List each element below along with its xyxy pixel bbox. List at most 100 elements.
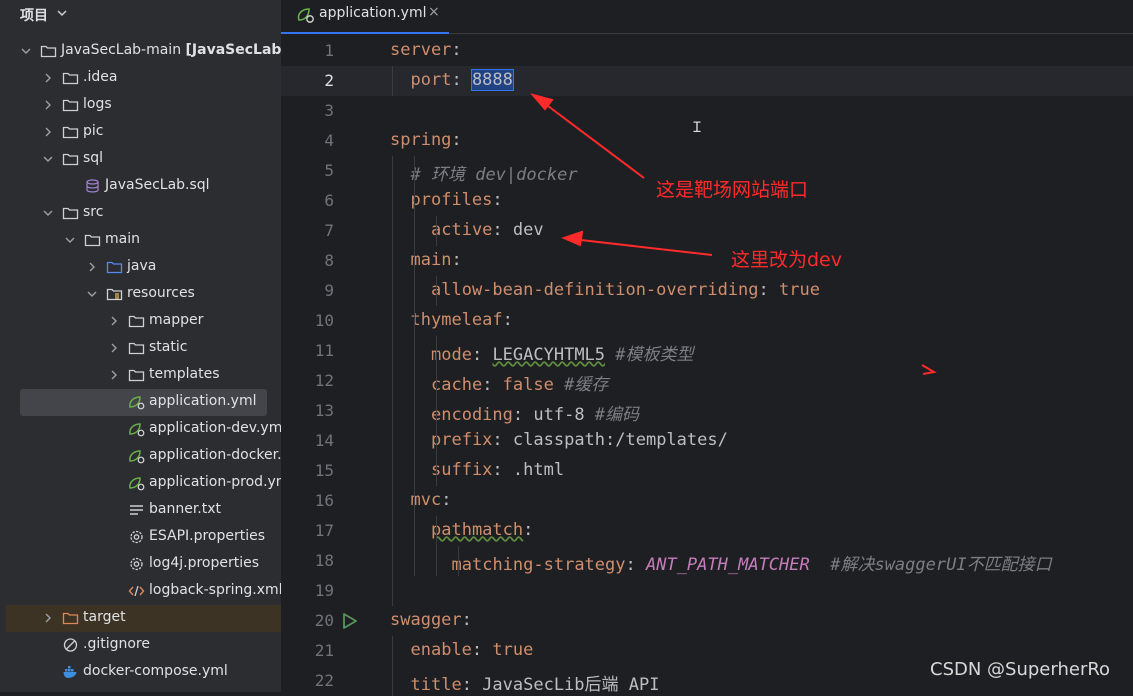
port-annotation: 这是靶场网站端口 [656, 179, 809, 201]
project-panel-header[interactable]: 项目 [0, 0, 281, 27]
tree-item[interactable]: .idea [0, 65, 281, 92]
run-gutter-icon[interactable] [340, 611, 360, 631]
docker-icon [63, 666, 77, 678]
close-icon[interactable]: × [428, 4, 440, 20]
project-panel: 项目 JavaSecLab-main [JavaSecLab] D .idea lo… [0, 0, 281, 692]
tree-item[interactable]: resources [0, 281, 281, 308]
tree-item[interactable]: sql [0, 146, 281, 173]
editor-tab-bar: application.yml × [281, 0, 1133, 34]
tree-item-label: java [127, 258, 157, 274]
chevron-down-icon[interactable] [42, 153, 54, 165]
spring-yml-icon [129, 423, 145, 437]
tree-item[interactable]: logs [0, 92, 281, 119]
chevron-down-icon[interactable] [56, 5, 68, 21]
folder-icon [62, 99, 79, 112]
tree-item[interactable]: application-dev.yml [0, 416, 281, 443]
tree-item[interactable]: logback-spring.xml [0, 578, 281, 605]
chevron-right-icon[interactable] [86, 261, 98, 273]
line-number: 9 [324, 281, 334, 300]
code-line[interactable]: 12 cache: false #缓存 [281, 366, 1133, 396]
folder-icon [62, 153, 79, 166]
tree-item[interactable]: main [0, 227, 281, 254]
chevron-down-icon[interactable] [86, 288, 98, 300]
properties-gear-icon [130, 557, 143, 571]
project-panel-title: 项目 [20, 8, 48, 24]
code-line[interactable]: 1 server: [281, 36, 1133, 66]
code-value: false [502, 375, 554, 395]
folder-icon [128, 342, 145, 355]
code-value: true [492, 640, 534, 660]
resources-folder-icon [106, 288, 123, 301]
line-number: 17 [314, 521, 334, 540]
tree-item[interactable]: static [0, 335, 281, 362]
code-line[interactable]: 4 spring: [281, 126, 1133, 156]
tree-item[interactable]: pic [0, 119, 281, 146]
tree-item[interactable]: ESAPI.properties [0, 524, 281, 551]
chevron-right-icon[interactable] [42, 126, 54, 138]
chevron-right-icon[interactable] [108, 315, 120, 327]
code-line[interactable]: 9 allow-bean-definition-overriding: true [281, 276, 1133, 306]
watermark: CSDN @SuperherRo [930, 659, 1111, 680]
code-text: prefix: classpath:/templates/ [431, 430, 728, 450]
code-line[interactable]: 17 pathmatch: [281, 516, 1133, 546]
code-line[interactable]: 2 port: 8888 [281, 66, 1133, 96]
tree-item-label: mapper [149, 312, 204, 328]
tree-item[interactable]: docker-compose.yml [0, 659, 281, 686]
tree-item-label: target [83, 609, 126, 625]
code-line[interactable]: 13 encoding: utf-8 #编码 [281, 396, 1133, 426]
tree-item[interactable]: banner.txt [0, 497, 281, 524]
chevron-right-icon[interactable] [42, 72, 54, 84]
folder-icon [62, 72, 79, 85]
tree-item[interactable]: application-prod.yml [0, 470, 281, 497]
line-number: 15 [314, 461, 334, 480]
indent-guide [414, 156, 415, 576]
tab-application-yml[interactable]: application.yml × [281, 0, 449, 34]
excluded-folder-icon [62, 612, 79, 625]
tree-item-label: application.yml [149, 393, 257, 409]
code-line[interactable]: 16 mvc: [281, 486, 1133, 516]
tree-item-label: logback-spring.xml [149, 582, 281, 598]
tree-item[interactable]: JavaSecLab-main [JavaSecLab] D [0, 38, 281, 65]
code-line[interactable]: 8 main: [281, 246, 1133, 276]
tab-label: application.yml [319, 5, 427, 21]
tree-item-label: logs [83, 96, 112, 112]
code-line[interactable]: 18 matching-strategy: ANT_PATH_MATCHER #解… [281, 546, 1133, 576]
code-line[interactable]: 10 thymeleaf: [281, 306, 1133, 336]
code-line[interactable]: 3 [281, 96, 1133, 126]
tree-item[interactable]: .gitignore [0, 632, 281, 659]
code-line[interactable]: 11 mode: LEGACYHTML5 #模板类型 [281, 336, 1133, 366]
code-line[interactable]: 19 [281, 576, 1133, 606]
chevron-down-icon[interactable] [42, 207, 54, 219]
chevron-right-icon[interactable] [108, 369, 120, 381]
tree-item-label: resources [127, 285, 195, 301]
tree-item[interactable]: application.yml [20, 389, 267, 416]
line-number: 1 [324, 41, 334, 60]
folder-icon [128, 369, 145, 382]
indent-guide [392, 636, 393, 696]
code-line[interactable]: 15 suffix: .html [281, 456, 1133, 486]
tree-item[interactable]: log4j.properties [0, 551, 281, 578]
code-line[interactable]: 7 active: dev [281, 216, 1133, 246]
tree-item-label: templates [149, 366, 220, 382]
code-line[interactable]: 20 swagger: [281, 606, 1133, 636]
chevron-right-icon[interactable] [42, 612, 54, 624]
line-number: 8 [324, 251, 334, 270]
code-editor[interactable]: 1 server: 2 port: 8888 3 4 spring: 5 # 环境 dev|do… [281, 34, 1133, 696]
chevron-right-icon[interactable] [108, 342, 120, 354]
code-line[interactable]: 14 prefix: classpath:/templates/ [281, 426, 1133, 456]
code-text: matching-strategy: ANT_PATH_MATCHER #解决s… [451, 555, 1052, 575]
tree-item[interactable]: src [0, 200, 281, 227]
tree-item[interactable]: target [6, 605, 281, 632]
code-text: suffix: .html [431, 460, 565, 480]
chevron-down-icon[interactable] [20, 45, 32, 57]
code-text: port: 8888 [410, 69, 514, 91]
tree-item[interactable]: JavaSecLab.sql [0, 173, 281, 200]
tree-item[interactable]: application-docker.y [0, 443, 281, 470]
chevron-down-icon[interactable] [64, 234, 76, 246]
tree-item-label: JavaSecLab-main [JavaSecLab] D [61, 42, 281, 58]
properties-gear-icon [130, 530, 143, 544]
tree-item[interactable]: templates [0, 362, 281, 389]
tree-item[interactable]: mapper [0, 308, 281, 335]
tree-item[interactable]: java [0, 254, 281, 281]
chevron-right-icon[interactable] [42, 99, 54, 111]
